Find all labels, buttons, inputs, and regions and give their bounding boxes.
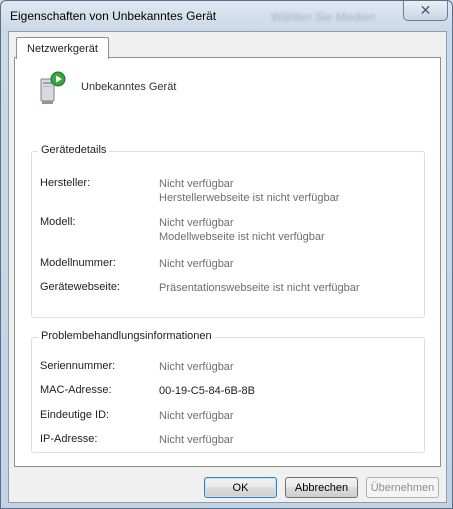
manufacturer-website: Herstellerwebseite ist nicht verfügbar	[159, 192, 340, 204]
background-window-text: Wählen Sie Medien	[271, 10, 376, 24]
ok-button[interactable]: OK	[204, 477, 277, 498]
tab-network-device[interactable]: Netzwerkgerät	[16, 37, 109, 59]
mac-address-label: MAC-Adresse:	[40, 384, 112, 396]
unique-id-label: Eindeutige ID:	[40, 409, 110, 421]
mac-address-value: 00-19-C5-84-6B-8B	[159, 385, 255, 397]
ip-address-value: Nicht verfügbar	[159, 434, 234, 446]
cancel-button[interactable]: Abbrechen	[285, 477, 358, 498]
close-icon: ✕	[419, 2, 432, 19]
dialog-body: Netzwerkgerät Unbekanntes Gerät Gerätede…	[8, 31, 447, 503]
window-title: Eigenschaften von Unbekanntes Gerät	[10, 9, 217, 23]
network-device-icon	[40, 71, 66, 104]
troubleshooting-group: Problembehandlungsinformationen Seriennu…	[31, 330, 425, 453]
model-website: Modellwebseite ist nicht verfügbar	[159, 231, 325, 243]
serial-number-label: Seriennummer:	[40, 360, 116, 372]
model-value: Nicht verfügbar	[159, 217, 234, 229]
manufacturer-label: Hersteller:	[40, 177, 91, 189]
device-website-value: Präsentationswebseite ist nicht verfügba…	[159, 282, 360, 294]
model-label: Modell:	[40, 216, 76, 228]
ip-address-label: IP-Adresse:	[40, 433, 98, 445]
unique-id-value: Nicht verfügbar	[159, 410, 234, 422]
device-name: Unbekanntes Gerät	[81, 81, 177, 93]
apply-button[interactable]: Übernehmen	[366, 477, 439, 498]
troubleshooting-title: Problembehandlungsinformationen	[38, 330, 215, 342]
properties-dialog: Eigenschaften von Unbekanntes Gerät Wähl…	[0, 0, 453, 509]
title-bar[interactable]: Eigenschaften von Unbekanntes Gerät Wähl…	[1, 1, 452, 31]
model-number-label: Modellnummer:	[40, 257, 116, 269]
tab-panel: Unbekanntes Gerät Gerätedetails Herstell…	[14, 57, 441, 467]
serial-number-value: Nicht verfügbar	[159, 361, 234, 373]
device-website-label: Gerätewebseite:	[40, 281, 121, 293]
device-details-title: Gerätedetails	[38, 144, 110, 156]
model-number-value: Nicht verfügbar	[159, 258, 234, 270]
device-details-group: Gerätedetails Hersteller: Nicht verfügba…	[31, 144, 425, 318]
close-button[interactable]: ✕	[403, 1, 448, 21]
manufacturer-value: Nicht verfügbar	[159, 178, 234, 190]
